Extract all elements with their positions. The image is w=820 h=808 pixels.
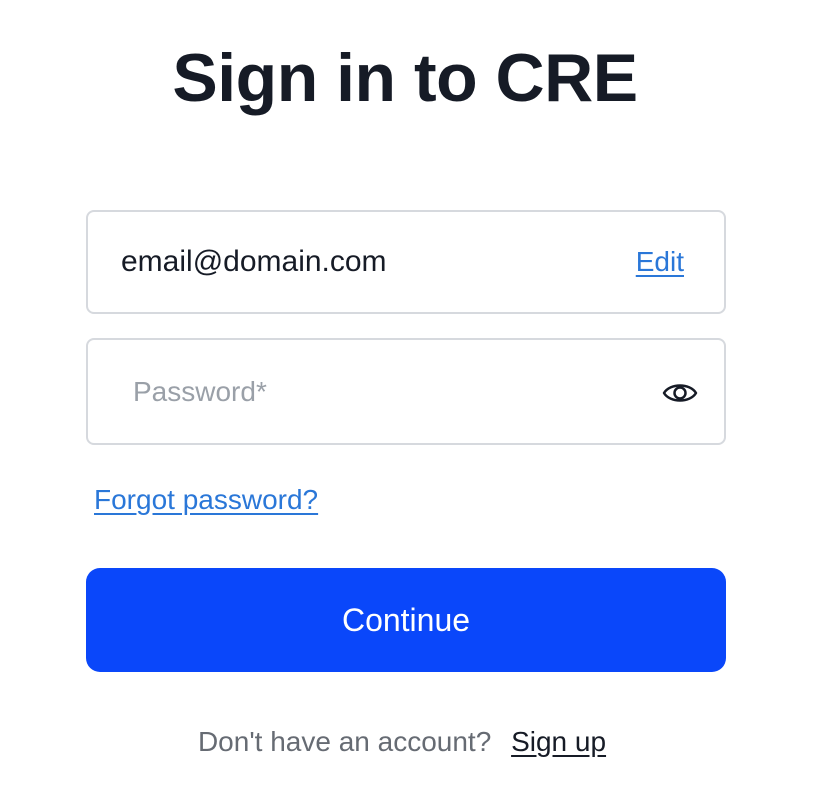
password-field-container (86, 338, 726, 445)
password-input[interactable] (90, 342, 650, 441)
page-title: Sign in to CRE (172, 40, 638, 116)
signup-prompt: Don't have an account? (197, 726, 492, 757)
continue-button[interactable]: Continue (86, 568, 726, 672)
email-display-field: email@domain.com Edit (86, 210, 726, 314)
sign-in-page: Sign in to CRE email@domain.com Edit For… (0, 0, 820, 808)
eye-icon[interactable] (662, 375, 698, 411)
email-value: email@domain.com (121, 245, 387, 278)
edit-email-link[interactable]: Edit (636, 244, 684, 280)
sign-up-link[interactable]: Sign up (511, 726, 606, 757)
signup-row: Don't have an account? Sign up (0, 724, 804, 760)
forgot-password-link[interactable]: Forgot password? (94, 482, 318, 518)
